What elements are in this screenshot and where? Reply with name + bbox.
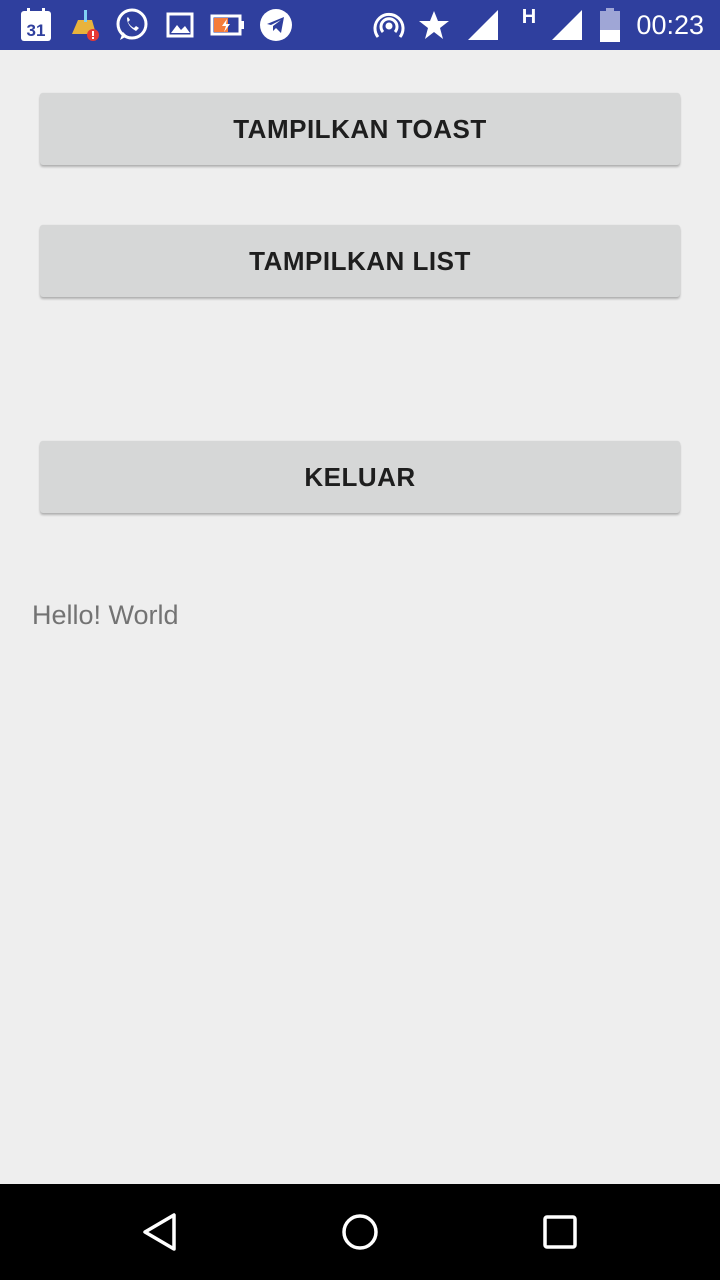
exit-button-label: KELUAR — [304, 461, 416, 492]
signal-icon — [466, 7, 500, 43]
show-list-button[interactable]: TAMPILKAN LIST — [40, 225, 680, 297]
exit-button[interactable]: KELUAR — [40, 441, 680, 513]
navigation-bar — [0, 1184, 720, 1280]
main-content: TAMPILKAN TOAST TAMPILKAN LIST KELUAR He… — [0, 50, 720, 1184]
signal-icon — [550, 7, 584, 43]
back-icon[interactable] — [136, 1208, 184, 1256]
cleaner-icon — [68, 7, 102, 43]
star-icon — [418, 7, 450, 43]
calendar-icon: 31 — [20, 7, 52, 43]
recents-icon[interactable] — [536, 1208, 584, 1256]
telegram-icon — [259, 7, 293, 43]
show-toast-button-label: TAMPILKAN TOAST — [233, 113, 487, 144]
network-type-label: H — [521, 5, 537, 28]
show-toast-button[interactable]: TAMPILKAN TOAST — [40, 93, 680, 165]
battery-icon — [598, 7, 622, 43]
show-list-button-label: TAMPILKAN LIST — [249, 245, 471, 276]
status-time: 00:23 — [636, 10, 704, 40]
whatsapp-icon — [114, 7, 150, 43]
calendar-day-text: 31 — [27, 21, 46, 40]
hotspot-icon — [372, 7, 406, 43]
home-icon[interactable] — [336, 1208, 384, 1256]
status-bar: 31 H 00:23 — [0, 0, 720, 50]
battery-saver-icon — [210, 7, 246, 43]
hello-text: Hello! World — [32, 600, 179, 630]
gallery-icon — [166, 7, 194, 43]
